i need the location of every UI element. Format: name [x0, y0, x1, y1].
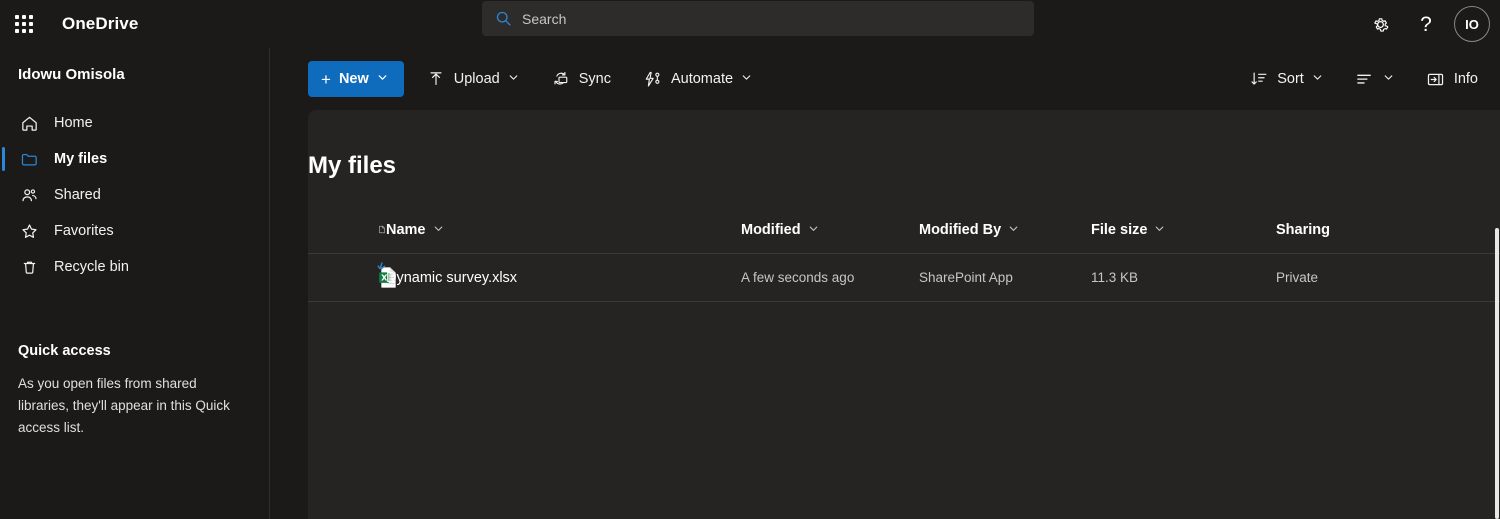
- modified-column-header[interactable]: Modified: [741, 222, 919, 238]
- upload-button-label: Upload: [454, 71, 500, 87]
- sort-icon: [1249, 69, 1269, 89]
- row-file-size-cell: 11.3 KB: [1091, 270, 1276, 285]
- sidebar-item-favorites[interactable]: Favorites: [0, 213, 269, 249]
- sidebar-item-home[interactable]: Home: [0, 105, 269, 141]
- sidebar-item-label: My files: [54, 151, 107, 167]
- sort-button[interactable]: Sort: [1239, 61, 1333, 97]
- waffle-grid-icon: [15, 15, 33, 33]
- search-input[interactable]: [514, 11, 1024, 27]
- new-file-sparkle-icon: [372, 261, 387, 281]
- info-button-label: Info: [1454, 71, 1478, 87]
- avatar[interactable]: IO: [1454, 6, 1490, 42]
- automate-button[interactable]: Automate: [633, 61, 762, 97]
- chevron-down-icon: [1008, 222, 1019, 238]
- upload-icon: [426, 69, 446, 89]
- file-size-column-header[interactable]: File size: [1091, 222, 1276, 238]
- content-panel: My files Name: [308, 110, 1500, 519]
- suite-header-actions: ? IO: [1358, 0, 1500, 48]
- star-icon: [18, 220, 40, 242]
- name-column-label-wrap: Name: [386, 222, 444, 238]
- row-modified-by-cell: SharePoint App: [919, 270, 1091, 285]
- scrollbar-thumb[interactable]: [1495, 228, 1499, 519]
- quick-access-title: Quick access: [0, 343, 269, 373]
- trash-icon: [18, 256, 40, 278]
- suite-header: OneDrive ? IO: [0, 0, 1500, 48]
- table-header-row: Name Modified: [308, 206, 1500, 254]
- row-sharing-cell[interactable]: Private: [1276, 270, 1500, 285]
- sync-icon: [551, 69, 571, 89]
- sidebar-item-label: Shared: [54, 187, 101, 203]
- command-bar-right: Sort: [1227, 61, 1488, 97]
- main-area: + New Upload: [270, 48, 1500, 519]
- app-title[interactable]: OneDrive: [62, 14, 138, 34]
- file-name-wrap: Dynamic survey.xlsx: [386, 270, 517, 286]
- home-icon: [18, 112, 40, 134]
- page-title: My files: [308, 110, 1500, 206]
- sharing-column-label: Sharing: [1276, 222, 1500, 238]
- chevron-down-icon: [433, 222, 444, 238]
- file-type-column-header[interactable]: [308, 220, 386, 239]
- chevron-down-icon: [1154, 222, 1165, 238]
- sidebar-nav-list: Home My files: [0, 105, 269, 285]
- sync-button-label: Sync: [579, 71, 611, 87]
- modified-column-label-wrap: Modified: [741, 222, 919, 238]
- table-row[interactable]: X: [308, 254, 1500, 302]
- file-size-column-label-wrap: File size: [1091, 222, 1276, 238]
- info-panel-icon: [1426, 69, 1446, 89]
- files-table: Name Modified: [308, 206, 1500, 302]
- search-box[interactable]: [482, 1, 1034, 36]
- sidebar-spacer: [0, 285, 269, 343]
- modified-by-column-header[interactable]: Modified By: [919, 222, 1091, 238]
- sidebar-item-my-files[interactable]: My files: [0, 141, 269, 177]
- modified-by-column-label-wrap: Modified By: [919, 222, 1091, 238]
- file-size-column-label: File size: [1091, 222, 1147, 238]
- command-bar: + New Upload: [270, 48, 1500, 110]
- chevron-down-icon: [808, 222, 819, 238]
- body: Idowu Omisola Home: [0, 48, 1500, 519]
- plus-icon: +: [321, 71, 331, 88]
- content-scrollbar[interactable]: [1494, 228, 1500, 519]
- view-options-button[interactable]: [1345, 61, 1404, 97]
- app-launcher-waffle-icon[interactable]: [0, 0, 48, 48]
- chevron-down-icon: [377, 71, 388, 87]
- people-icon: [18, 184, 40, 206]
- help-glyph: ?: [1420, 14, 1432, 35]
- quick-access-description: As you open files from shared libraries,…: [0, 373, 269, 439]
- automate-button-label: Automate: [671, 71, 733, 87]
- sidebar-owner-name: Idowu Omisola: [0, 66, 269, 105]
- modified-by-column-label: Modified By: [919, 222, 1001, 238]
- automate-icon: [643, 69, 663, 89]
- search-icon: [492, 8, 514, 30]
- help-icon[interactable]: ?: [1404, 2, 1448, 46]
- info-button[interactable]: Info: [1416, 61, 1488, 97]
- sidebar-item-label: Favorites: [54, 223, 114, 239]
- onedrive-app: OneDrive ? IO: [0, 0, 1500, 519]
- name-column-label: Name: [386, 222, 426, 238]
- chevron-down-icon: [1312, 71, 1323, 87]
- sort-button-label: Sort: [1277, 71, 1304, 87]
- name-column-header[interactable]: Name: [386, 222, 741, 238]
- chevron-down-icon: [741, 71, 752, 87]
- upload-button[interactable]: Upload: [416, 61, 529, 97]
- chevron-down-icon: [508, 71, 519, 87]
- list-view-icon: [1355, 69, 1375, 89]
- chevron-down-icon: [1383, 71, 1394, 87]
- new-button-label: New: [339, 71, 369, 87]
- folder-icon: [18, 148, 40, 170]
- sidebar-item-recycle-bin[interactable]: Recycle bin: [0, 249, 269, 285]
- sharing-column-header[interactable]: Sharing: [1276, 222, 1500, 238]
- modified-column-label: Modified: [741, 222, 801, 238]
- settings-gear-icon[interactable]: [1358, 2, 1402, 46]
- sidebar-item-label: Home: [54, 115, 93, 131]
- sidebar: Idowu Omisola Home: [0, 48, 270, 519]
- row-name-cell: Dynamic survey.xlsx: [386, 270, 741, 286]
- sidebar-item-label: Recycle bin: [54, 259, 129, 275]
- sync-button[interactable]: Sync: [541, 61, 621, 97]
- sidebar-item-shared[interactable]: Shared: [0, 177, 269, 213]
- row-modified-cell: A few seconds ago: [741, 270, 919, 285]
- new-button[interactable]: + New: [308, 61, 404, 97]
- file-name-link[interactable]: Dynamic survey.xlsx: [386, 270, 517, 286]
